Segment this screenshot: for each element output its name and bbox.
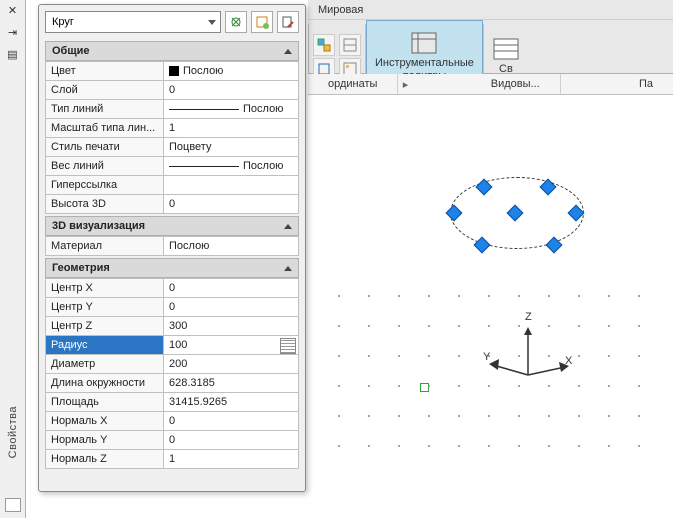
color-swatch (169, 66, 179, 76)
palette-title: Свойства (7, 406, 19, 458)
ribbon-row-1: Мировая (308, 0, 673, 20)
dock-icon[interactable]: ▤ (6, 48, 20, 62)
tool-palettes-icon (408, 31, 440, 55)
row-lineweight: Вес линийПослою (46, 157, 299, 176)
grid-dots (338, 295, 663, 508)
world-coord-label[interactable]: Мировая (312, 2, 369, 18)
row-diameter: Диаметр200 (46, 355, 299, 374)
row-material: МатериалПослою (46, 237, 299, 256)
row-color: ЦветПослою (46, 62, 299, 81)
drawing-canvas[interactable]: Z X Y (308, 95, 673, 518)
row-circumference: Длина окружности628.3185 (46, 374, 299, 393)
row-hyperlink: Гиперссылка (46, 176, 299, 195)
ribbon-area: Мировая Инструментальные палитры Св (308, 0, 673, 74)
row-center-x: Центр X0 (46, 279, 299, 298)
section-general[interactable]: Общие (45, 41, 299, 61)
properties-icon (492, 37, 520, 61)
tab-coords[interactable]: ординаты (308, 74, 398, 94)
row-plotstyle: Стиль печатиПоцвету (46, 138, 299, 157)
palette-grip-icon[interactable] (5, 498, 21, 512)
tab-views[interactable]: Видовы... (471, 74, 561, 94)
row-normal-y: Нормаль Y0 (46, 431, 299, 450)
geometry-table: Центр X0 Центр Y0 Центр Z300 Радиус100 Д… (45, 278, 299, 469)
row-layer: Слой0 (46, 81, 299, 100)
general-table: ЦветПослою Слой0 Тип линийПослою Масштаб… (45, 61, 299, 214)
select-objects-icon[interactable] (251, 11, 273, 33)
row-center-y: Центр Y0 (46, 298, 299, 317)
tab-right-partial[interactable]: Па (619, 74, 673, 94)
row-linetype: Тип линийПослою (46, 100, 299, 119)
viz3d-table: МатериалПослою (45, 236, 299, 256)
properties-header: Круг (39, 5, 305, 39)
section-3d-viz[interactable]: 3D визуализация (45, 216, 299, 236)
object-type-selector[interactable]: Круг (45, 11, 221, 33)
properties-panel: Круг Общие ЦветПослою Слой0 Тип линийПос… (38, 4, 306, 492)
row-height3d: Высота 3D0 (46, 195, 299, 214)
close-icon[interactable]: ✕ (6, 4, 20, 18)
row-normal-z: Нормаль Z1 (46, 450, 299, 469)
ribbon-icon-3[interactable] (339, 34, 361, 56)
palette-dock-strip: ✕ ⇥ ▤ Свойства (0, 0, 26, 518)
object-type-value: Круг (52, 16, 74, 28)
tab-overflow-indicator[interactable]: ▸ (398, 78, 412, 91)
toggle-pickadd-icon[interactable] (277, 11, 299, 33)
row-radius: Радиус100 (46, 336, 299, 355)
section-geometry[interactable]: Геометрия (45, 258, 299, 278)
row-ltscale: Масштаб типа лин...1 (46, 119, 299, 138)
quick-select-icon[interactable] (225, 11, 247, 33)
lineweight-preview (169, 166, 239, 167)
linetype-preview (169, 109, 239, 110)
row-center-z: Центр Z300 (46, 317, 299, 336)
panel-tabs-bar: ординаты ▸ Видовы... Па (308, 74, 673, 95)
pin-icon[interactable]: ⇥ (6, 26, 20, 40)
ribbon-icon-1[interactable] (313, 34, 335, 56)
row-area: Площадь31415.9265 (46, 393, 299, 412)
row-normal-x: Нормаль X0 (46, 412, 299, 431)
